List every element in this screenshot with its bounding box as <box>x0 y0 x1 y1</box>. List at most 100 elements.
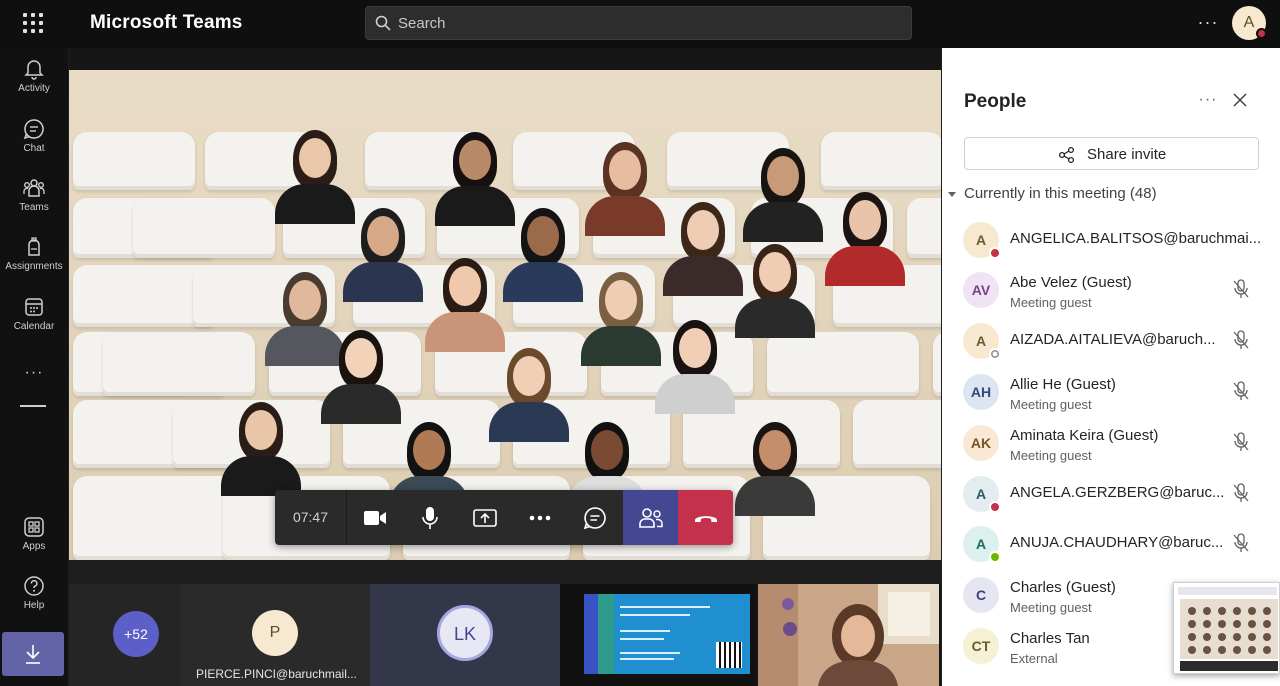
download-button[interactable] <box>2 632 64 676</box>
rail-item-label: Activity <box>18 83 50 94</box>
participant-name: Charles (Guest) <box>1010 579 1116 596</box>
mic-muted-icon <box>1233 483 1249 502</box>
camera-button[interactable] <box>347 490 402 545</box>
participant-name: Aminata Keira (Guest) <box>1010 427 1159 444</box>
teams-app: Microsoft Teams ··· A Activity Chat Team… <box>0 0 1280 686</box>
avatar: A <box>963 476 1001 513</box>
participant-video-tile[interactable] <box>758 584 939 686</box>
rail-item-assignments[interactable]: Assignments <box>0 236 68 292</box>
presence-status-icon <box>989 551 1001 563</box>
participant-name: Allie He (Guest) <box>1010 376 1116 393</box>
overflow-participants-tile[interactable]: +52 <box>69 584 180 686</box>
share-invite-label: Share invite <box>1087 146 1167 163</box>
participant-name: ANGELA.GERZBERG@baruc... <box>1010 484 1225 501</box>
section-count: (48) <box>1129 185 1157 202</box>
more-actions-button[interactable] <box>512 490 567 545</box>
mic-muted-icon <box>1233 330 1249 349</box>
meeting-timer: 07:47 <box>275 490 347 545</box>
rail-item-label: Teams <box>19 202 49 213</box>
app-launcher-icon[interactable] <box>20 10 46 36</box>
close-panel-button[interactable] <box>1232 92 1252 112</box>
participant-name: ANUJA.CHAUDHARY@baruc... <box>1010 534 1224 551</box>
chat-icon <box>23 119 44 140</box>
rail-item-chat[interactable]: Chat <box>0 118 68 174</box>
presence-status-icon <box>989 348 1001 360</box>
avatar: A <box>963 222 1001 259</box>
shared-slide <box>584 594 750 674</box>
participant-name: Charles Tan <box>1010 630 1090 647</box>
avatar: AH <box>963 374 999 410</box>
download-icon <box>26 645 40 664</box>
avatar: LK <box>437 605 493 661</box>
panel-title: People <box>964 91 1027 112</box>
speaking-participant-tile[interactable]: LK <box>370 584 560 686</box>
section-label: Currently in this meeting <box>964 185 1126 202</box>
calendar-icon <box>25 298 43 316</box>
participant-name: PIERCE.PINCI@baruchmail... <box>196 667 357 681</box>
rail-item-apps[interactable]: Apps <box>0 516 68 572</box>
share-invite-button[interactable]: Share invite <box>964 137 1259 170</box>
meeting-stage: 07:47 +52 P PIERCE.PINCI@baruchmail... L… <box>69 48 941 686</box>
rail-item-activity[interactable]: Activity <box>0 58 68 114</box>
participant-role: Meeting guest <box>1010 600 1092 615</box>
share-screen-button[interactable] <box>457 490 512 545</box>
panel-more-icon[interactable]: ··· <box>1197 91 1219 111</box>
mic-muted-icon <box>1233 533 1249 552</box>
share-screen-icon <box>472 508 497 527</box>
avatar-initials: AH <box>970 384 992 400</box>
help-icon <box>24 576 44 596</box>
participant-name: ANGELICA.BALITSOS@baruchmai... <box>1010 230 1262 247</box>
avatar: A <box>963 526 1001 563</box>
participant-row[interactable]: A ANUJA.CHAUDHARY@baruc... <box>942 518 1280 568</box>
search-box[interactable] <box>365 6 912 40</box>
mic-muted-icon <box>1233 279 1249 298</box>
hang-up-icon <box>694 515 717 522</box>
apps-icon <box>24 517 44 537</box>
mic-icon <box>421 506 438 529</box>
strip-spacer <box>69 560 941 584</box>
hang-up-button[interactable] <box>678 490 733 545</box>
user-avatar[interactable]: A <box>1232 6 1267 40</box>
avatar-initials: A <box>975 486 987 502</box>
participant-row[interactable]: A ANGELICA.BALITSOS@baruchmai... <box>942 214 1280 264</box>
avatar-initials: A <box>975 536 987 552</box>
avatar: P <box>252 610 298 656</box>
participant-row[interactable]: A AIZADA.AITALIEVA@baruch... <box>942 315 1280 365</box>
chat-icon <box>583 506 606 529</box>
rail-item-label: Assignments <box>5 261 63 272</box>
avatar-initials: C <box>975 587 987 603</box>
close-icon <box>1233 93 1247 107</box>
avatar: C <box>963 577 999 613</box>
participant-row[interactable]: A ANGELA.GERZBERG@baruc... <box>942 468 1280 518</box>
participant-row[interactable]: AV Abe Velez (Guest) Meeting guest <box>942 264 1280 314</box>
more-icon <box>529 515 550 520</box>
avatar: AK <box>963 425 999 461</box>
meeting-controls: 07:47 <box>275 490 733 545</box>
shared-screen-tile[interactable] <box>560 584 756 686</box>
participant-role: Meeting guest <box>1010 448 1092 463</box>
mini-meeting-preview[interactable] <box>1173 582 1280 674</box>
teams-icon <box>23 179 45 197</box>
avatar-initials: A <box>975 232 987 248</box>
avatar-initials: CT <box>971 638 991 654</box>
rail-item-calendar[interactable]: Calendar <box>0 296 68 352</box>
presence-status-icon <box>989 247 1001 259</box>
rail-item-help[interactable]: Help <box>0 575 68 631</box>
rail-item-teams[interactable]: Teams <box>0 177 68 233</box>
microphone-button[interactable] <box>402 490 457 545</box>
meeting-chat-button[interactable] <box>567 490 622 545</box>
qr-code-icon <box>716 642 742 668</box>
participants-button[interactable] <box>623 490 678 545</box>
participant-role: Meeting guest <box>1010 397 1092 412</box>
avatar-initials: A <box>975 333 987 349</box>
search-input[interactable] <box>398 7 898 39</box>
mic-muted-icon <box>1233 432 1249 451</box>
participant-tile[interactable]: P PIERCE.PINCI@baruchmail... <box>180 584 370 686</box>
more-options-icon[interactable]: ··· <box>1196 12 1220 32</box>
in-meeting-section-header[interactable]: Currently in this meeting (48) <box>948 185 1157 202</box>
user-avatar-initial: A <box>1243 14 1255 31</box>
participants-icon <box>638 507 663 528</box>
participant-row[interactable]: AH Allie He (Guest) Meeting guest <box>942 366 1280 416</box>
more-apps-icon[interactable]: ··· <box>0 364 68 382</box>
participant-row[interactable]: AK Aminata Keira (Guest) Meeting guest <box>942 417 1280 467</box>
